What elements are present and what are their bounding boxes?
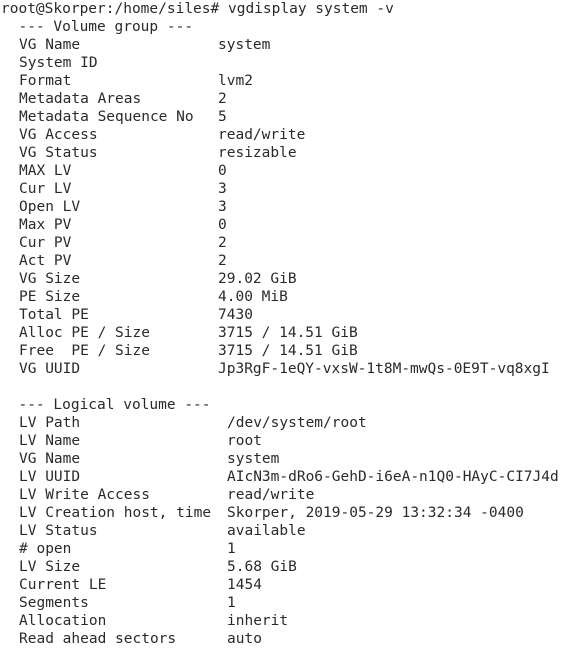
vg-row-value: system (218, 37, 271, 53)
lv-row-value: Skorper, 2019-05-29 13:32:34 -0400 (227, 505, 524, 521)
vg-row-value: 5 (218, 109, 227, 125)
lv-row-key: LV Path (19, 415, 81, 431)
vg-row-value: 3715 / 14.51 GiB (218, 325, 358, 341)
lv-row-value: available (227, 523, 306, 539)
shell-prompt: root@Skorper:/home/siles# (1, 1, 220, 17)
lv-row-key: LV Status (19, 523, 98, 539)
vg-row-value: 4.00 MiB (218, 289, 288, 305)
lv-row-key: LV Write Access (19, 487, 150, 503)
vg-row-key: Max PV (19, 217, 72, 233)
lv-row-key: LV Name (19, 433, 81, 449)
lv-row-key: VG Name (19, 451, 81, 467)
lv-row-value: 5.68 GiB (227, 559, 297, 575)
vg-row-key: Free PE / Size (19, 343, 150, 359)
lv-row-value: root (227, 433, 262, 449)
vg-row-key: Open LV (19, 199, 81, 215)
lv-row-key: Allocation (19, 613, 107, 629)
vg-row-key: Alloc PE / Size (19, 325, 150, 341)
command-line: root@Skorper:/home/siles# vgdisplay syst… (1, 0, 394, 18)
vg-row-key: MAX LV (19, 163, 72, 179)
vg-section-header: --- Volume group --- (1, 19, 194, 35)
command-text: vgdisplay system -v (227, 1, 394, 17)
vg-row-value: resizable (218, 145, 297, 161)
vg-row-key: Total PE (19, 307, 89, 323)
lv-section-header: --- Logical volume --- (1, 397, 211, 413)
vg-row-value: 0 (218, 217, 227, 233)
lv-row-value: AIcN3m-dRo6-GehD-i6eA-n1Q0-HAyC-CI7J4d (227, 469, 559, 485)
lv-row-key: LV UUID (19, 469, 81, 485)
vg-row-key: Format (19, 73, 72, 89)
lv-row-key: Segments (19, 595, 89, 611)
vg-row-key: Act PV (19, 253, 72, 269)
vg-row-key: PE Size (19, 289, 81, 305)
lv-row-value: 1 (227, 595, 236, 611)
lv-row-value: 1 (227, 541, 236, 557)
vg-row-key: VG Access (19, 127, 98, 143)
vg-row-value: 29.02 GiB (218, 271, 297, 287)
vg-row-value: lvm2 (218, 73, 253, 89)
vg-row-key: VG Name (19, 37, 81, 53)
vg-row-value: Jp3RgF-1eQY-vxsW-1t8M-mwQs-0E9T-vq8xgI (218, 361, 550, 377)
lv-row-key: Read ahead sectors (19, 631, 177, 647)
lv-row-value: inherit (227, 613, 289, 629)
lv-row-value: system (227, 451, 280, 467)
vg-row-value: read/write (218, 127, 306, 143)
lv-row-key: LV Creation host, time (19, 505, 212, 521)
vg-row-value: 2 (218, 91, 227, 107)
vg-row-key: VG UUID (19, 361, 81, 377)
lv-row-value: /dev/system/root (227, 415, 367, 431)
vg-row-value: 3715 / 14.51 GiB (218, 343, 358, 359)
lv-row-key: Current LE (19, 577, 107, 593)
lv-row-key: LV Size (19, 559, 81, 575)
vg-row-key: Cur LV (19, 181, 72, 197)
lv-row-value: 1454 (227, 577, 262, 593)
vg-row-key: System ID (19, 55, 98, 71)
lv-row-value: auto (227, 631, 262, 647)
lv-row-key: # open (19, 541, 72, 557)
vg-row-value: 7430 (218, 307, 253, 323)
vg-row-value: 3 (218, 199, 227, 215)
vg-row-value: 2 (218, 253, 227, 269)
vg-row-key: VG Status (19, 145, 98, 161)
lv-row-value: read/write (227, 487, 315, 503)
vg-row-key: Metadata Sequence No (19, 109, 194, 125)
terminal-output: root@Skorper:/home/siles# vgdisplay syst… (0, 0, 579, 650)
vg-row-value: 3 (218, 181, 227, 197)
vg-row-value: 0 (218, 163, 227, 179)
vg-row-value: 2 (218, 235, 227, 251)
vg-row-key: VG Size (19, 271, 81, 287)
vg-row-key: Metadata Areas (19, 91, 142, 107)
vg-row-key: Cur PV (19, 235, 72, 251)
